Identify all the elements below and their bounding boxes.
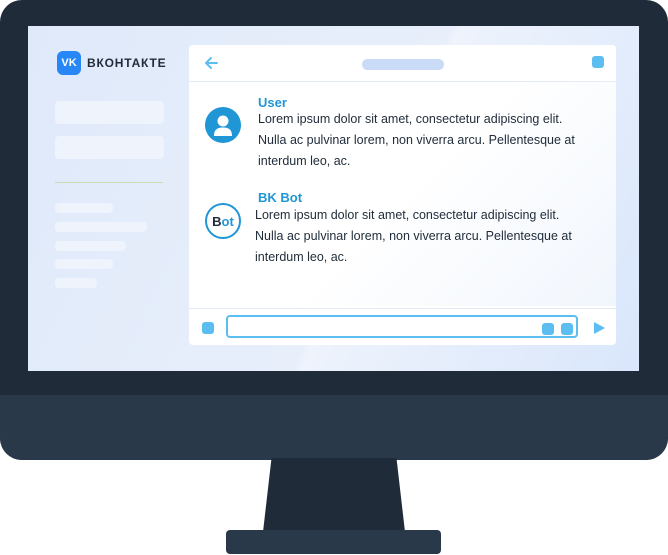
user-icon [214, 115, 232, 136]
menu-icon[interactable] [592, 56, 604, 68]
brand-name: ВКОНТАКТЕ [87, 56, 167, 70]
screen: VK ВКОНТАКТЕ User Lorem ipsum dolor sit [28, 26, 639, 371]
vk-logo-icon[interactable]: VK [57, 51, 81, 75]
attach-icon[interactable] [202, 322, 214, 334]
monitor-stand-base [226, 530, 441, 554]
send-icon[interactable] [592, 321, 606, 335]
sidebar-item-placeholder[interactable] [55, 222, 147, 232]
bot-avatar-label-suffix: ot [221, 213, 234, 229]
chat-window: User Lorem ipsum dolor sit amet, consect… [189, 45, 616, 345]
message-sender: BK Bot [258, 190, 303, 205]
message-text: Lorem ipsum dolor sit amet, consectetur … [255, 208, 572, 264]
emoji-icon[interactable] [542, 323, 554, 335]
sidebar-item-placeholder[interactable] [55, 259, 113, 269]
message-text: Lorem ipsum dolor sit amet, consectetur … [258, 112, 575, 168]
composer-bar [189, 308, 616, 345]
user-avatar [205, 107, 241, 143]
sticker-icon[interactable] [561, 323, 573, 335]
monitor-chin [0, 395, 668, 460]
chat-header [189, 45, 616, 82]
monitor-stand-neck [263, 458, 405, 532]
sidebar-divider [55, 182, 163, 183]
message-sender: User [258, 95, 287, 110]
sidebar-item-placeholder[interactable] [55, 241, 126, 251]
arrow-left-icon[interactable] [203, 55, 219, 71]
sidebar-placeholder-block[interactable] [55, 136, 164, 159]
chat-title-placeholder [362, 59, 444, 70]
sidebar-item-placeholder[interactable] [55, 203, 113, 213]
sidebar-item-placeholder[interactable] [55, 278, 97, 288]
message-list: User Lorem ipsum dolor sit amet, consect… [189, 82, 616, 306]
message-input[interactable] [226, 315, 578, 338]
sidebar-placeholder-block[interactable] [55, 101, 164, 124]
bot-avatar: Bot [205, 203, 241, 239]
bot-avatar-label: B [212, 213, 222, 229]
